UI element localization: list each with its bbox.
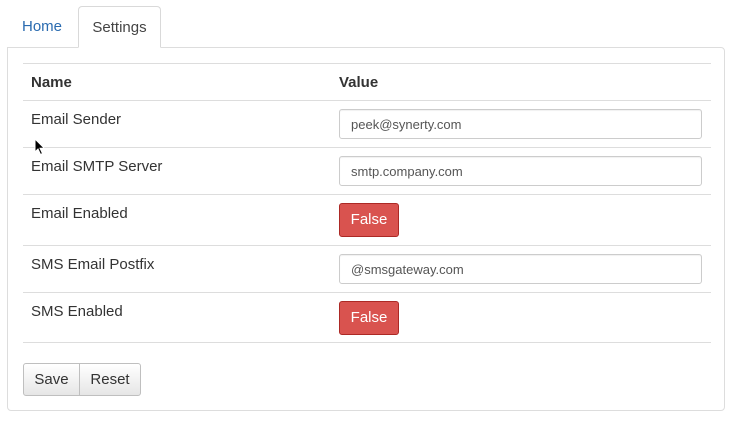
mouse-pointer-icon	[34, 138, 46, 156]
table-row: SMS Enabled False	[23, 292, 711, 343]
setting-name-email-smtp-server: Email SMTP Server	[31, 158, 163, 175]
reset-button[interactable]: Reset	[79, 363, 141, 396]
table-row: Email Enabled False	[23, 194, 711, 245]
sms-enabled-toggle-button[interactable]: False	[339, 301, 399, 335]
save-button[interactable]: Save	[23, 363, 80, 396]
setting-name-sms-enabled: SMS Enabled	[31, 303, 123, 320]
tab-settings[interactable]: Settings	[78, 6, 161, 48]
email-smtp-server-input[interactable]	[339, 156, 702, 186]
sms-email-postfix-input[interactable]	[339, 254, 702, 284]
tab-bar: Home Settings	[7, 6, 726, 48]
setting-name-email-enabled: Email Enabled	[31, 205, 128, 222]
tab-home[interactable]: Home	[7, 6, 77, 47]
table-row: SMS Email Postfix	[23, 245, 711, 292]
table-header: Name Value	[23, 63, 711, 100]
setting-name-email-sender: Email Sender	[31, 111, 122, 128]
settings-table: Name Value Email Sender Email SMTP Serve…	[23, 63, 711, 343]
email-enabled-toggle-button[interactable]: False	[339, 203, 399, 237]
table-row: Email SMTP Server	[23, 147, 711, 194]
column-header-name: Name	[31, 74, 72, 91]
email-sender-input[interactable]	[339, 109, 702, 139]
table-row: Email Sender	[23, 100, 711, 147]
settings-panel: Name Value Email Sender Email SMTP Serve…	[7, 47, 725, 411]
column-header-value: Value	[339, 74, 379, 91]
setting-name-sms-email-postfix: SMS Email Postfix	[31, 256, 155, 273]
